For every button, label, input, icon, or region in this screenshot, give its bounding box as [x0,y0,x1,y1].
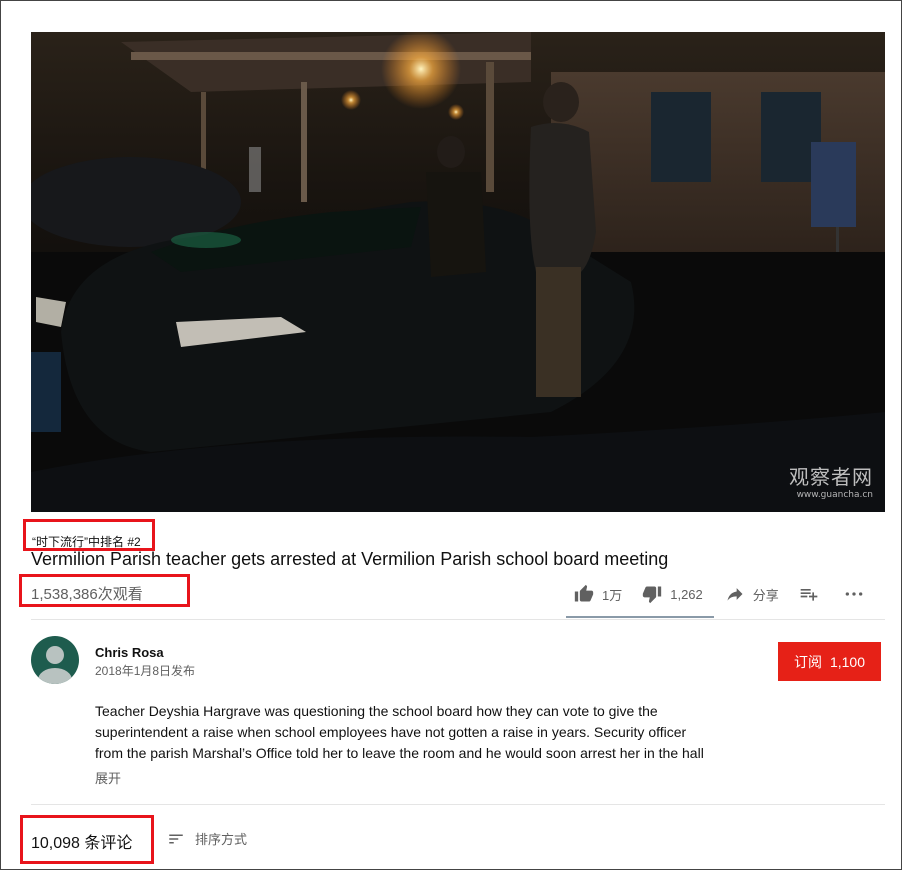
add-to-playlist-button[interactable] [799,584,819,604]
share-button[interactable]: 分享 [725,584,779,604]
sentiment-bar [566,616,714,618]
thumbs-down-icon [643,586,662,604]
channel-name[interactable]: Chris Rosa [95,645,164,660]
subscribe-label: 订阅 [793,653,822,670]
sort-comments-button[interactable]: 排序方式 [165,829,247,848]
sort-label: 排序方式 [195,832,248,847]
channel-avatar[interactable] [31,636,79,684]
highlight-box-views [19,574,190,607]
dislike-button[interactable]: 1,262 [642,584,703,604]
publish-date: 2018年1月8日发布 [95,664,196,678]
watermark-logo: 观察者网 www.guancha.cn [789,465,873,500]
description-line: Teacher Deyshia Hargrave was questioning… [95,703,658,719]
more-actions-button[interactable] [843,584,865,604]
divider [31,619,885,620]
divider [31,804,885,805]
video-actions-bar: 1万 1,262 分享 [566,582,865,606]
subscribe-button[interactable]: 订阅 1,100 [778,642,881,681]
highlight-box-comments [20,815,154,864]
thumbs-up-icon [574,584,594,602]
default-user-icon [38,646,72,684]
like-count: 1万 [602,587,623,603]
share-arrow-icon [727,588,743,601]
video-player[interactable]: 观察者网 www.guancha.cn [31,32,885,512]
playlist-add-icon [800,589,818,601]
description-line: from the parish Marshal’s Office told he… [95,745,704,761]
subscriber-count: 1,100 [829,653,866,670]
share-label: 分享 [752,587,779,603]
dislike-count: 1,262 [670,586,703,602]
video-frame-image [31,32,885,512]
highlight-box-trending [23,519,155,551]
video-description: Teacher Deyshia Hargrave was questioning… [95,701,735,764]
more-horizontal-icon [845,592,863,596]
like-button[interactable]: 1万 [574,584,622,604]
sort-icon [169,834,183,843]
video-title: Vermilion Parish teacher gets arrested a… [31,549,669,569]
description-line: superintendent a raise when school emplo… [95,724,687,740]
show-more-button[interactable]: 展开 [95,768,121,787]
